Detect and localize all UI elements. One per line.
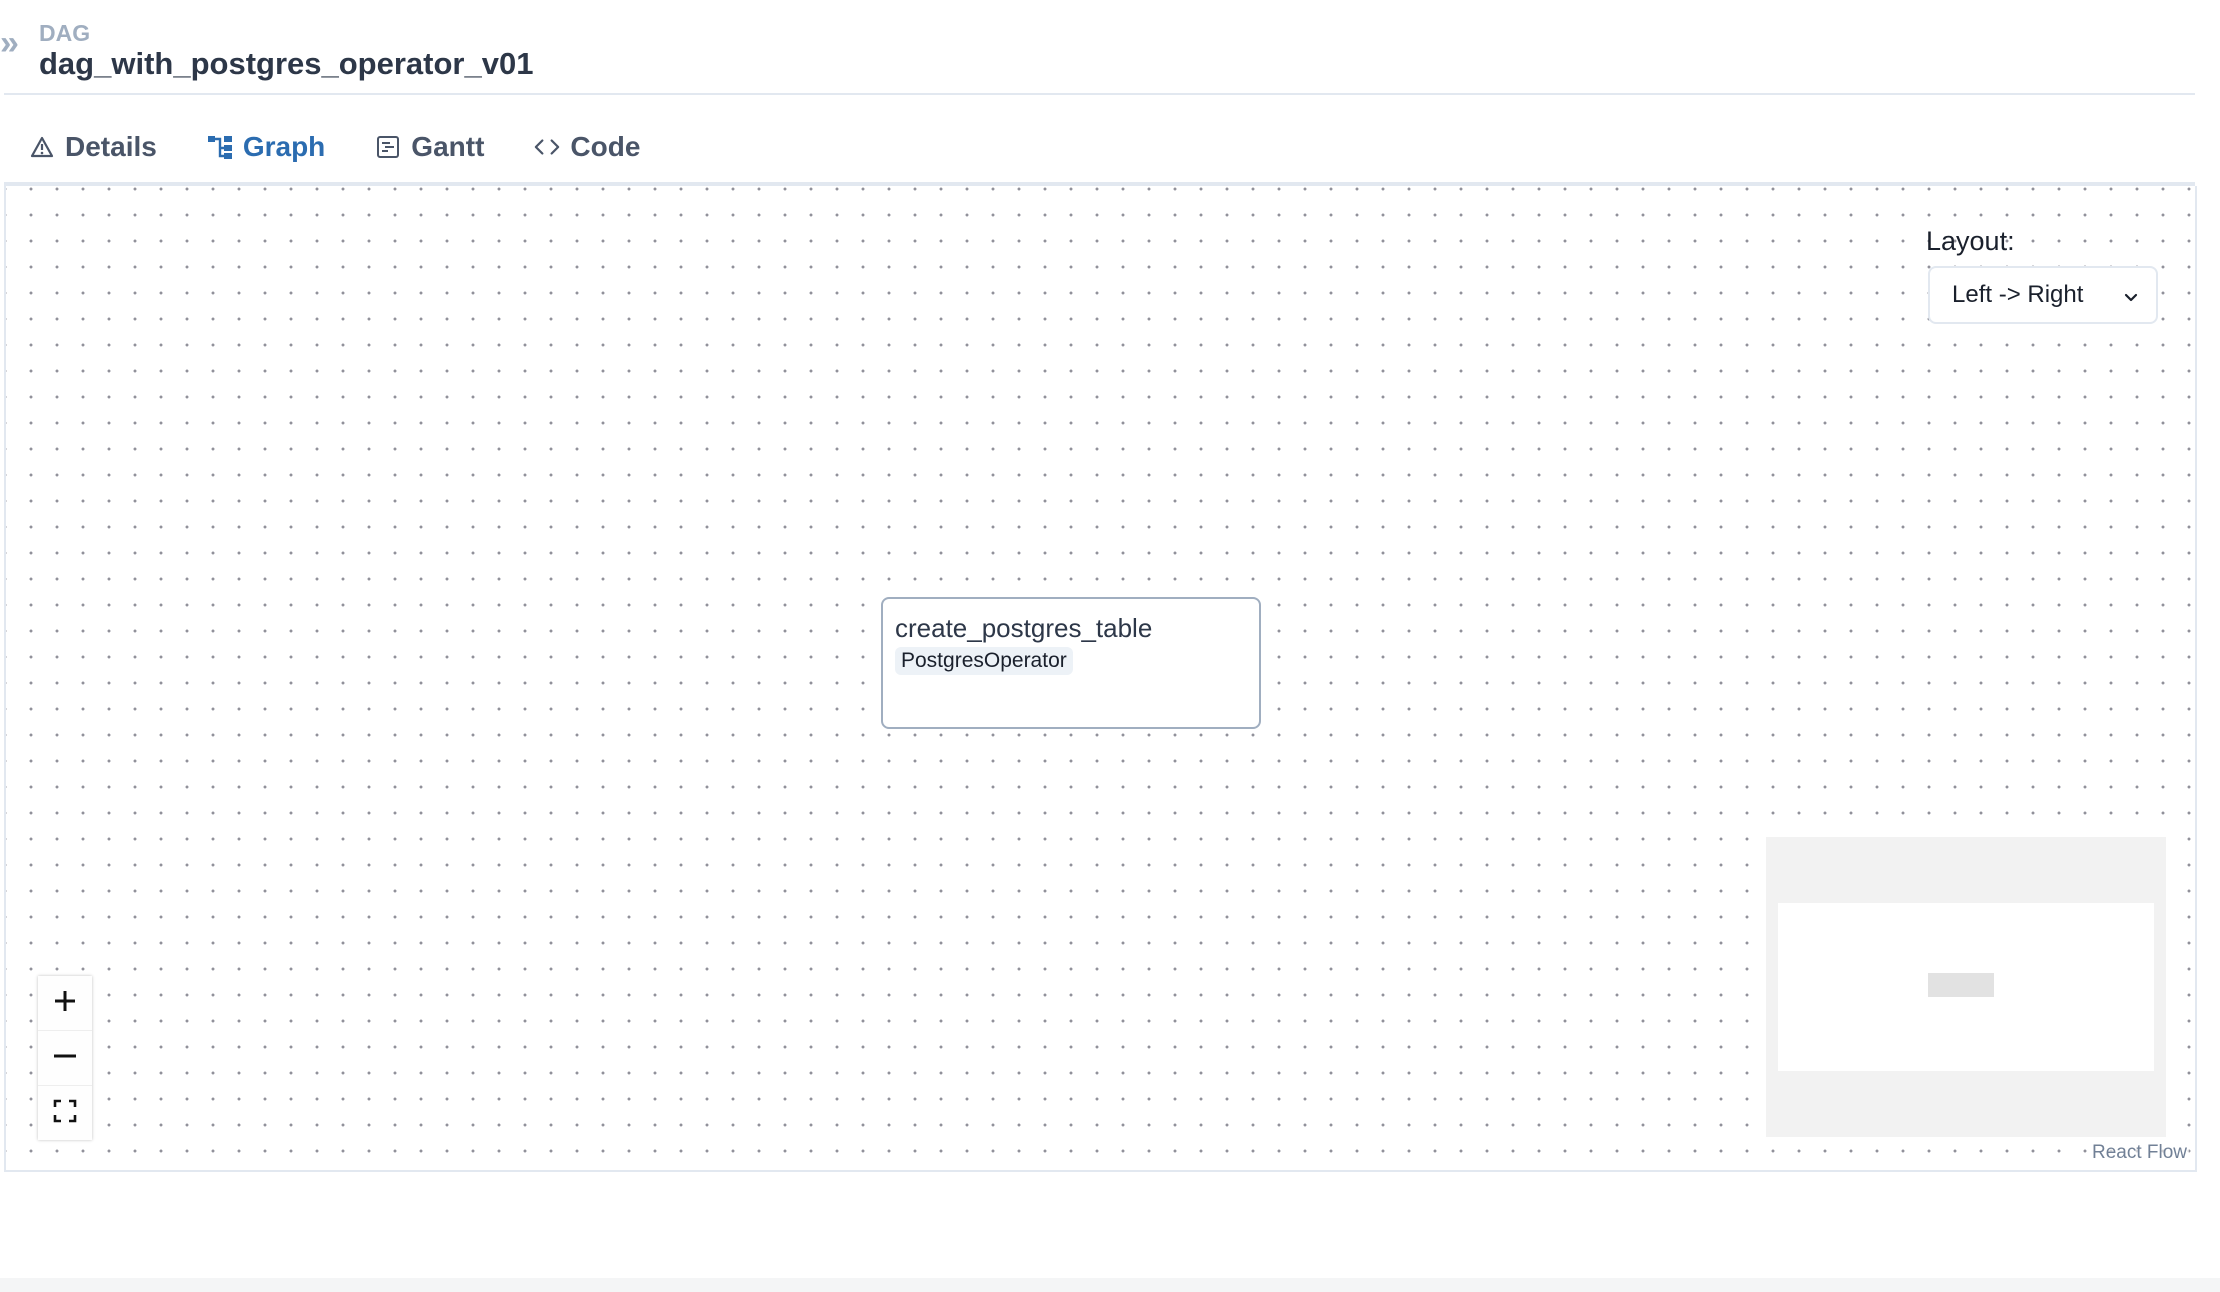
tab-gantt[interactable]: Gantt bbox=[350, 112, 509, 186]
graph-canvas[interactable]: Layout: Left -> Right create_postgres_ta… bbox=[4, 186, 2197, 1172]
breadcrumb-label: DAG bbox=[39, 20, 91, 46]
layout-select[interactable]: Left -> Right bbox=[1928, 266, 2158, 324]
zoom-controls bbox=[38, 976, 92, 1140]
double-chevron-right-icon[interactable]: » bbox=[0, 26, 26, 60]
tab-details-label: Details bbox=[65, 131, 157, 162]
task-node[interactable]: create_postgres_table PostgresOperator bbox=[881, 597, 1261, 729]
minimap-viewport[interactable] bbox=[1778, 903, 2154, 1071]
operator-badge: PostgresOperator bbox=[895, 647, 1073, 675]
tab-gantt-label: Gantt bbox=[411, 131, 485, 162]
task-id: create_postgres_table bbox=[895, 613, 1153, 643]
react-flow-attribution[interactable]: React Flow bbox=[2089, 1142, 2189, 1164]
zoom-in-button[interactable] bbox=[38, 976, 92, 1031]
graph-icon bbox=[207, 134, 233, 160]
minus-icon bbox=[52, 1043, 78, 1074]
gantt-icon bbox=[375, 134, 401, 160]
tab-graph[interactable]: Graph bbox=[181, 112, 351, 186]
zoom-out-button[interactable] bbox=[38, 1031, 92, 1086]
tab-code-label: Code bbox=[570, 131, 641, 162]
chevron-down-icon bbox=[2122, 286, 2140, 304]
tab-bar: Details Graph Gantt Code bbox=[4, 112, 665, 186]
warning-triangle-icon bbox=[29, 134, 55, 160]
fit-view-button[interactable] bbox=[38, 1086, 92, 1140]
minimap-node bbox=[1928, 973, 1994, 997]
tab-code[interactable]: Code bbox=[509, 112, 665, 186]
minimap[interactable] bbox=[1766, 837, 2166, 1137]
tab-graph-label: Graph bbox=[242, 131, 326, 162]
fit-view-icon bbox=[53, 1099, 77, 1128]
footer-strip bbox=[0, 1278, 2220, 1292]
tab-details[interactable]: Details bbox=[4, 112, 182, 186]
plus-icon bbox=[52, 988, 78, 1019]
layout-label: Layout: bbox=[1926, 226, 2015, 256]
layout-select-value: Left -> Right bbox=[1952, 281, 2084, 308]
header-divider bbox=[4, 93, 2195, 95]
dag-page: » DAG dag_with_postgres_operator_v01 Det… bbox=[0, 0, 2220, 1292]
dag-title: dag_with_postgres_operator_v01 bbox=[39, 46, 534, 81]
code-brackets-icon bbox=[534, 134, 560, 160]
